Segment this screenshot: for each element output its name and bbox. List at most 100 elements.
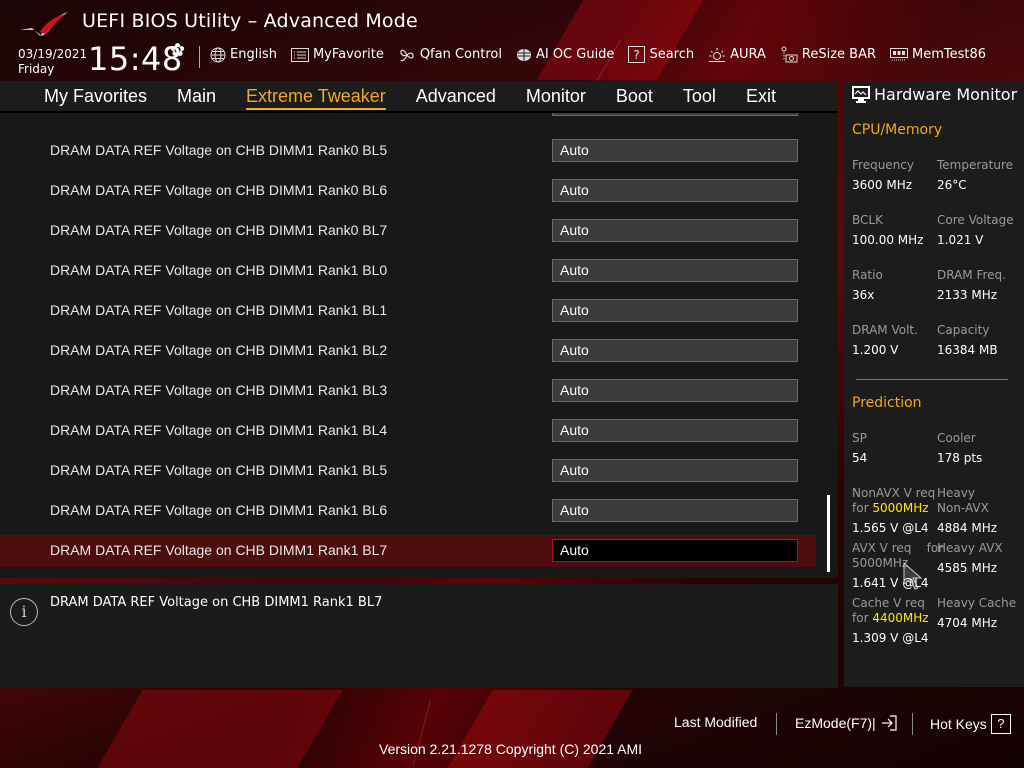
footer-divider [776,713,777,735]
heavy-nonavx-label: Heavy [937,486,975,500]
last-modified-button[interactable]: Last Modified [674,714,757,730]
resize-bar-button[interactable]: ReSize BAR [780,46,876,63]
setting-value-field[interactable]: Auto [552,139,798,162]
tab-extreme-tweaker[interactable]: Extreme Tweaker [246,82,386,110]
nonavx-value: 1.565 V @L4 [852,521,929,535]
heavy-avx-value: 4585 MHz [937,561,998,575]
setting-row[interactable]: DRAM DATA REF Voltage on CHB DIMM1 Rank1… [0,335,816,367]
capacity-label: Capacity [937,323,990,337]
tab-advanced[interactable]: Advanced [416,82,496,110]
setting-row[interactable]: DRAM DATA REF Voltage on CHB DIMM1 Rank0… [0,215,816,247]
dram-volt-stat: DRAM Volt. 1.200 V [852,323,918,358]
ai-oc-guide-label: AI OC Guide [535,47,615,62]
setting-value-field[interactable]: Auto [552,219,798,242]
setting-label: DRAM DATA REF Voltage on CHB DIMM1 Rank1… [50,302,388,318]
setting-value-field[interactable]: Auto [552,299,798,322]
setting-row[interactable]: DRAM DATA REF Voltage on CHB DIMM1 Rank1… [0,295,816,327]
heavy-cache-value: 4704 MHz [937,616,998,630]
cache-label: Cache V req [852,596,925,610]
setting-value-field[interactable]: Auto [552,419,798,442]
footer-divider [912,713,913,735]
setting-row[interactable]: DRAM DATA REF Voltage on CHB DIMM1 Rank1… [0,375,816,407]
aura-light-icon [709,47,726,62]
setting-value-field[interactable]: Auto [552,259,798,282]
ezmode-button[interactable]: EzMode(F7)| [795,714,898,732]
setting-row[interactable]: DRAM DATA REF Voltage on CHB DIMM1 Rank0… [0,135,816,167]
setting-row[interactable]: DRAM DATA REF Voltage on CHB DIMM1 Rank1… [0,255,816,287]
ratio-stat: Ratio 36x [852,268,883,303]
tab-boot[interactable]: Boot [616,82,653,110]
core-voltage-label: Core Voltage [937,213,1014,227]
memtest86-button[interactable]: MemTest86 [890,47,986,62]
heavy-cache-stat: Heavy Cache 4704 MHz [937,596,1016,631]
heavy-avx-label: Heavy AVX [937,541,1003,555]
setting-label: DRAM DATA REF Voltage on CHB DIMM1 Rank0… [50,222,388,238]
cooler-label: Cooler [937,431,976,445]
memory-module-icon [890,48,909,61]
dram-volt-value: 1.200 V [852,343,899,357]
heavy-nonavx-value: 4884 MHz [937,521,998,535]
cache-vreq-stat: Cache V req for 4400MHz 1.309 V @L4 [852,596,929,646]
aura-button[interactable]: AURA [708,47,766,63]
setting-value-field[interactable]: Auto [552,539,798,562]
qfan-control-button[interactable]: Qfan Control [398,47,502,63]
sp-stat: SP 54 [852,431,867,466]
myfavorite-button[interactable]: MyFavorite [290,47,384,62]
cache-freq: 4400MHz [872,611,929,625]
setting-value-field[interactable]: Auto [552,499,798,522]
svg-text:?: ? [634,48,640,62]
setting-value-field[interactable]: Auto [552,339,798,362]
hot-keys-button[interactable]: Hot Keys ? [930,714,1011,734]
ezmode-label: EzMode(F7)| [795,715,876,731]
search-button[interactable]: ? Search [628,46,694,63]
tab-tool[interactable]: Tool [683,82,716,110]
cooler-value: 178 pts [937,451,983,465]
tab-main[interactable]: Main [177,82,216,110]
setting-row[interactable]: DRAM DATA REF Voltage on CHB DIMM1 Rank1… [0,495,816,527]
search-label: Search [649,47,695,62]
temperature-value: 26°C [937,178,967,192]
question-mark-icon: ? [990,714,1011,734]
settings-gear-icon[interactable]: ✿ [170,40,185,61]
dram-freq-stat: DRAM Freq. 2133 MHz [937,268,1006,303]
tab-monitor[interactable]: Monitor [526,82,586,110]
setting-label: DRAM DATA REF Voltage on CHB DIMM1 Rank1… [50,382,388,398]
setting-value-field[interactable]: Auto [552,459,798,482]
scrollbar-thumb[interactable] [827,495,830,572]
qfan-control-label: Qfan Control [419,47,502,62]
cpu-memory-heading: CPU/Memory [852,122,943,138]
avx-freq: 5000MHz [852,556,909,570]
date-display: 03/19/2021 Friday [18,47,87,77]
partial-value-field[interactable] [552,113,798,116]
weekday: Friday [18,62,55,76]
capacity-value: 16384 MB [937,343,998,357]
tab-my-favorites[interactable]: My Favorites [44,82,147,110]
setting-value-field[interactable]: Auto [552,179,798,202]
setting-row[interactable]: DRAM DATA REF Voltage on CHB DIMM1 Rank1… [0,535,816,567]
setting-label: DRAM DATA REF Voltage on CHB DIMM1 Rank0… [50,182,388,198]
question-box-icon: ? [628,46,646,63]
aura-label: AURA [730,47,766,62]
ai-oc-guide-button[interactable]: AI OC Guide [516,47,614,63]
cache-for: for [852,611,873,625]
sp-value: 54 [852,451,868,465]
setting-value-field[interactable]: Auto [552,379,798,402]
date: 03/19/2021 [18,47,88,61]
setting-row[interactable]: DRAM DATA REF Voltage on CHB DIMM1 Rank1… [0,455,816,487]
main-menu-bar: My Favorites Main Extreme Tweaker Advanced M… [0,81,838,111]
memtest86-label: MemTest86 [912,47,987,62]
frequency-value: 3600 MHz [852,178,913,192]
setting-row[interactable]: DRAM DATA REF Voltage on CHB DIMM1 Rank0… [0,175,816,207]
help-text: DRAM DATA REF Voltage on CHB DIMM1 Rank1… [50,595,383,610]
heavy-cache-label: Heavy Cache [937,596,1017,610]
temperature-stat: Temperature 26°C [937,158,1013,193]
cache-label-line2: for 4400MHz [852,611,929,626]
tab-exit[interactable]: Exit [746,82,776,110]
language-button[interactable]: English [210,47,277,63]
heavy-nonavx-stat: Heavy Non-AVX 4884 MHz [937,486,997,536]
setting-row[interactable]: DRAM DATA REF Voltage on CHB DIMM1 Rank1… [0,415,816,447]
setting-label: DRAM DATA REF Voltage on CHB DIMM1 Rank1… [50,542,388,558]
dram-volt-label: DRAM Volt. [852,323,918,337]
bclk-value: 100.00 MHz [852,233,924,247]
temperature-label: Temperature [937,158,1014,172]
